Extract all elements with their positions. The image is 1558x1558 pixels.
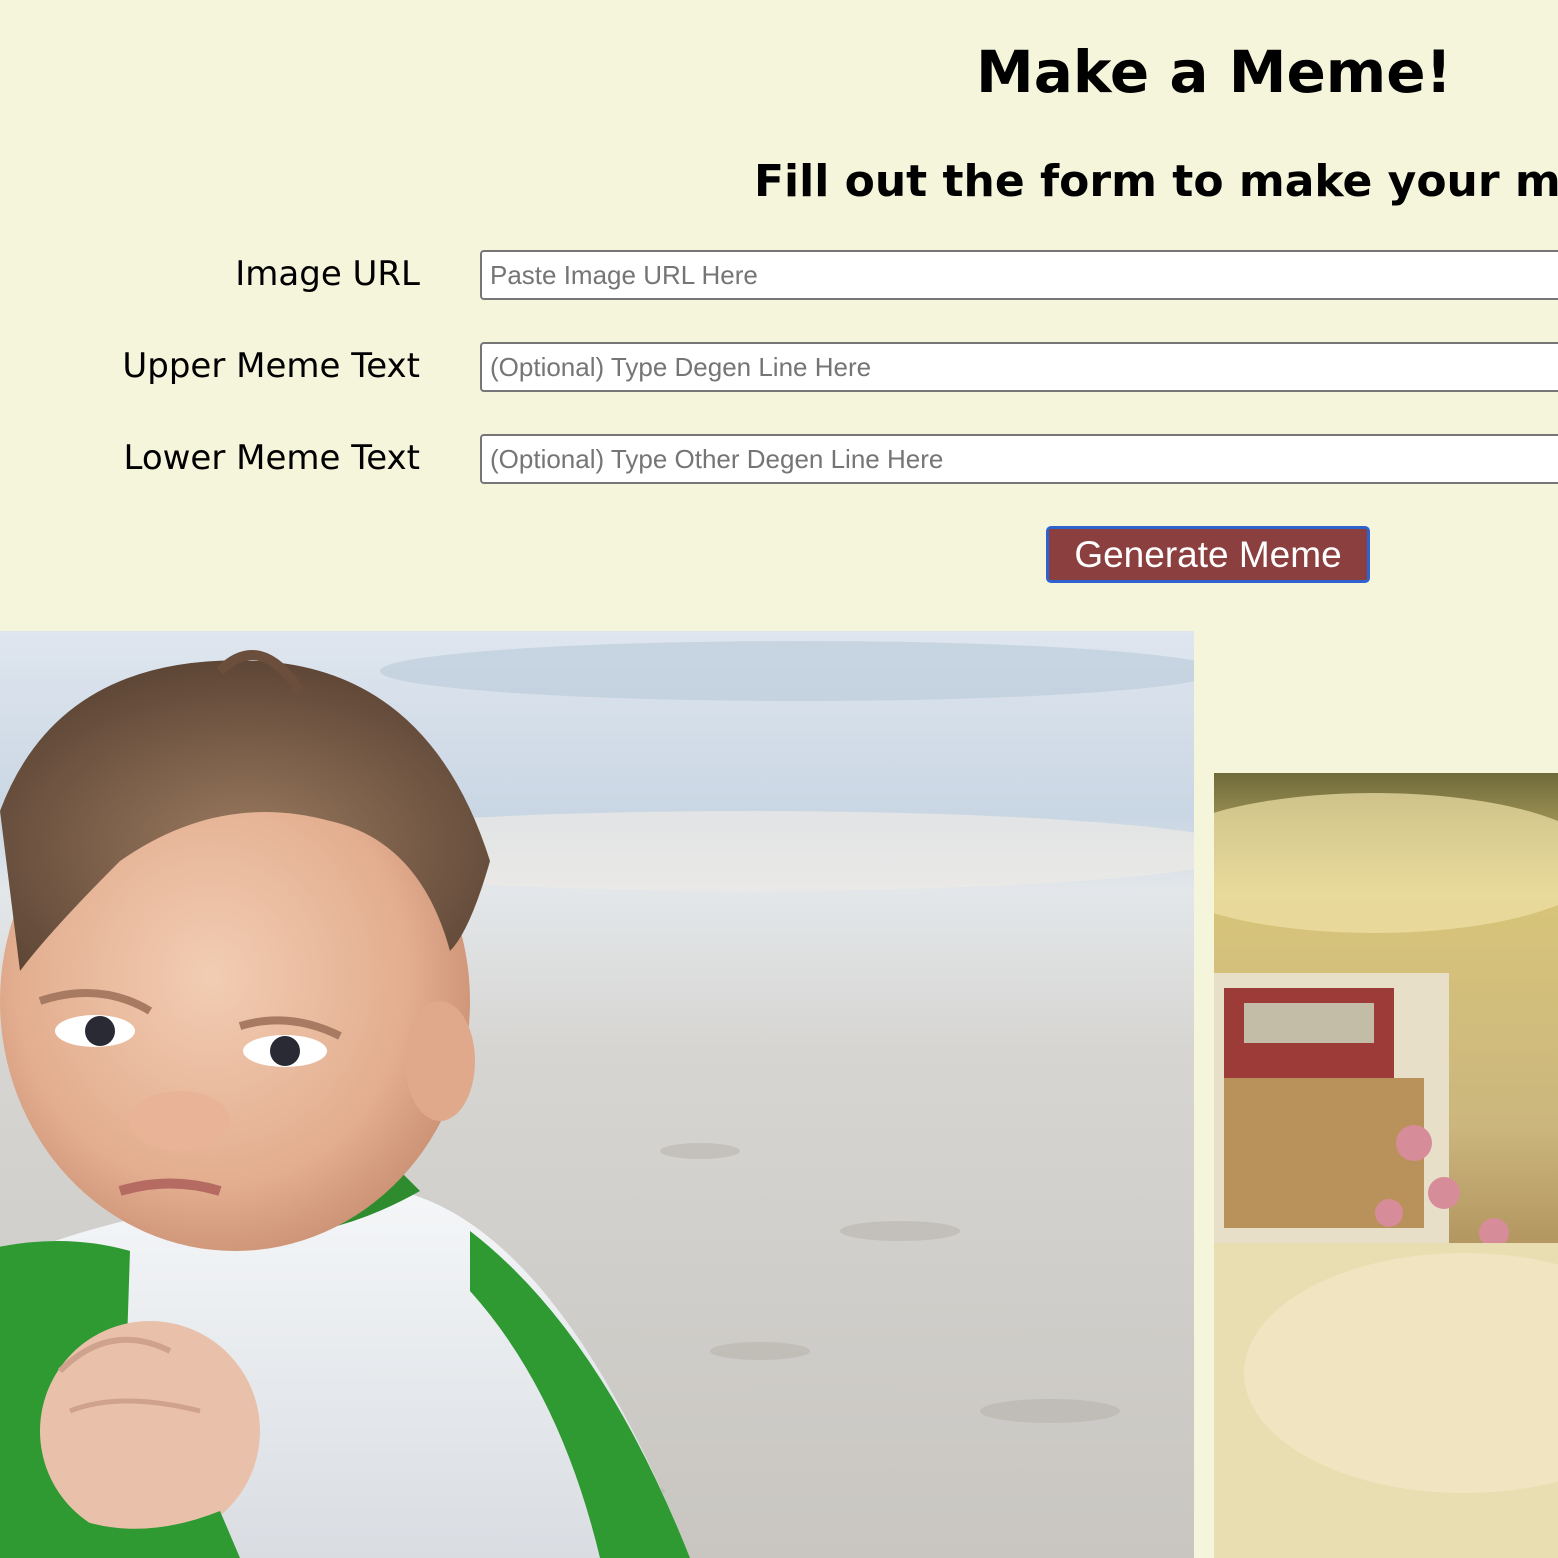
generate-meme-button[interactable]: Generate Meme: [1046, 526, 1370, 583]
upper-text-label: Upper Meme Text: [122, 346, 420, 386]
image-url-row: Image URL: [0, 250, 1558, 302]
meme-image-second[interactable]: [1214, 773, 1558, 1558]
success-kid-photo: [0, 631, 1194, 1558]
lower-text-label: Lower Meme Text: [123, 438, 420, 478]
image-url-input[interactable]: [480, 250, 1558, 300]
page-subtitle: Fill out the form to make your m: [754, 156, 1558, 207]
blurred-room-photo: [1214, 773, 1558, 1558]
lower-text-row: Lower Meme Text: [0, 434, 1558, 486]
page-title: Make a Meme!: [976, 38, 1453, 106]
lower-text-input[interactable]: [480, 434, 1558, 484]
image-url-label: Image URL: [235, 254, 420, 294]
meme-generator-page: Make a Meme! Fill out the form to make y…: [0, 0, 1558, 1558]
meme-image-success-kid[interactable]: [0, 631, 1194, 1558]
upper-text-row: Upper Meme Text: [0, 342, 1558, 394]
upper-text-input[interactable]: [480, 342, 1558, 392]
